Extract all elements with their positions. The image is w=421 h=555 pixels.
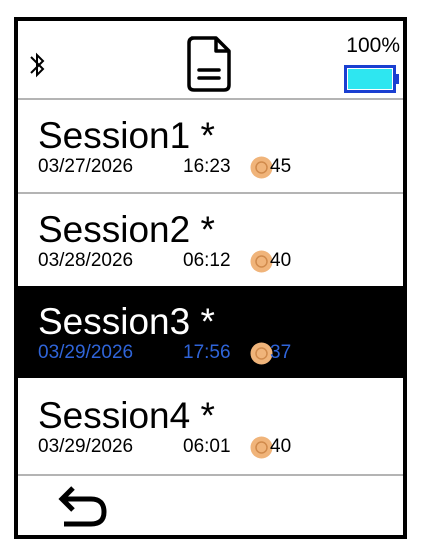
session-name: Session4 * bbox=[38, 395, 215, 436]
bluetooth-icon bbox=[30, 52, 45, 78]
session-name: Session2 * bbox=[38, 209, 215, 250]
footer bbox=[18, 478, 403, 535]
session-date: 03/27/2026 bbox=[38, 156, 134, 177]
document-icon bbox=[187, 36, 231, 92]
session-time: 17:56 bbox=[183, 342, 231, 363]
session-date: 03/29/2026 bbox=[38, 436, 134, 457]
session-duration: 40 bbox=[270, 250, 292, 271]
session-name: Session3 * bbox=[38, 301, 215, 342]
session-duration: 40 bbox=[270, 436, 292, 457]
device-screen: 100% Session1 * 03/27/2026 16:23 45 Sess… bbox=[14, 17, 407, 539]
battery-icon bbox=[344, 65, 399, 93]
back-arrow-icon[interactable] bbox=[58, 486, 110, 528]
session-duration: 37 bbox=[270, 342, 292, 363]
session-row-3[interactable]: Session3 * 03/29/2026 17:56 37 bbox=[18, 286, 403, 378]
session-name: Session1 * bbox=[38, 115, 215, 156]
session-date: 03/28/2026 bbox=[38, 250, 134, 271]
session-time: 06:01 bbox=[183, 436, 231, 457]
battery-percent: 100% bbox=[346, 34, 400, 57]
session-row-2[interactable]: Session2 * 03/28/2026 06:12 40 bbox=[18, 194, 403, 286]
session-duration: 45 bbox=[270, 156, 292, 177]
session-date: 03/29/2026 bbox=[38, 342, 134, 363]
session-row-4[interactable]: Session4 * 03/29/2026 06:01 40 bbox=[18, 380, 403, 472]
session-time: 06:12 bbox=[183, 250, 231, 271]
footer-divider bbox=[18, 474, 403, 476]
status-header: 100% bbox=[18, 21, 403, 100]
session-time: 16:23 bbox=[183, 156, 231, 177]
session-row-1[interactable]: Session1 * 03/27/2026 16:23 45 bbox=[18, 100, 403, 192]
